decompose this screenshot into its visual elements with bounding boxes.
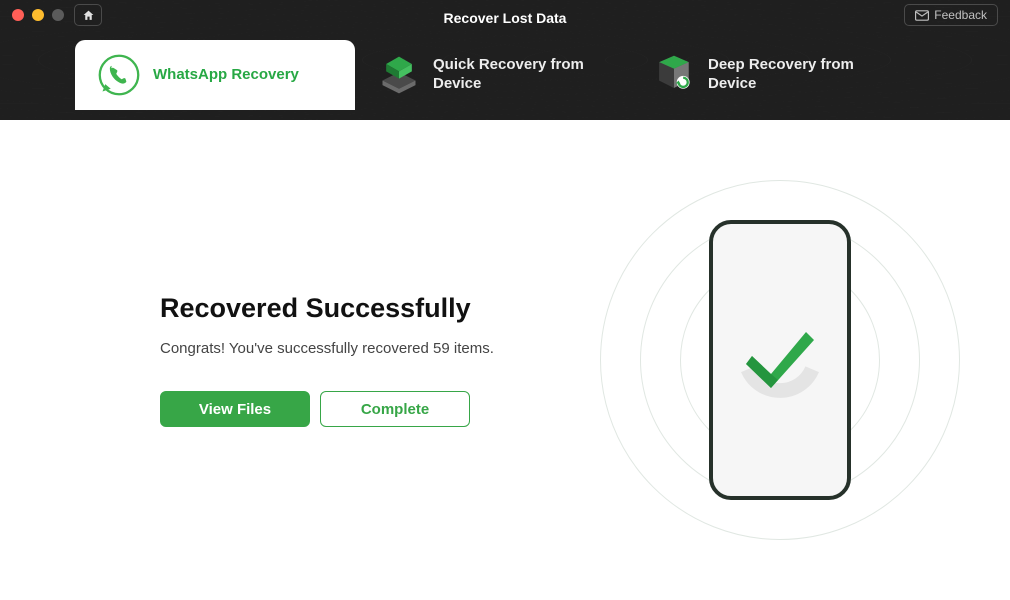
window-title: Recover Lost Data	[444, 10, 567, 26]
tab-label: WhatsApp Recovery	[153, 66, 299, 85]
app-header: Recover Lost Data Feedback WhatsApp Reco…	[0, 0, 1010, 120]
home-button[interactable]	[74, 4, 102, 26]
main-content: Recovered Successfully Congrats! You've …	[0, 120, 1010, 600]
result-text-block: Recovered Successfully Congrats! You've …	[160, 293, 580, 427]
quick-recovery-icon	[377, 53, 421, 97]
recovery-tabs: WhatsApp Recovery Quick Recovery from De…	[0, 30, 1010, 110]
view-files-button[interactable]: View Files	[160, 391, 310, 427]
tab-label: Quick Recovery from Device	[433, 56, 608, 94]
tab-quick-recovery[interactable]: Quick Recovery from Device	[355, 40, 630, 110]
deep-recovery-icon	[652, 53, 696, 97]
maximize-window-button[interactable]	[52, 9, 64, 21]
feedback-label: Feedback	[934, 8, 987, 22]
home-icon	[82, 9, 95, 22]
feedback-button[interactable]: Feedback	[904, 4, 998, 26]
close-window-button[interactable]	[12, 9, 24, 21]
whatsapp-icon	[97, 53, 141, 97]
phone-frame-icon	[709, 220, 851, 500]
complete-button[interactable]: Complete	[320, 391, 470, 427]
mail-icon	[915, 10, 929, 21]
titlebar: Recover Lost Data Feedback	[0, 0, 1010, 30]
action-buttons: View Files Complete	[160, 391, 580, 427]
result-subtext: Congrats! You've successfully recovered …	[160, 340, 580, 357]
success-illustration	[620, 200, 940, 520]
minimize-window-button[interactable]	[32, 9, 44, 21]
tab-deep-recovery[interactable]: Deep Recovery from Device	[630, 40, 905, 110]
tab-whatsapp-recovery[interactable]: WhatsApp Recovery	[75, 40, 355, 110]
tab-spacer	[0, 40, 75, 110]
window-controls	[12, 9, 64, 21]
result-heading: Recovered Successfully	[160, 293, 580, 324]
tab-label: Deep Recovery from Device	[708, 56, 883, 94]
checkmark-icon	[744, 330, 816, 390]
